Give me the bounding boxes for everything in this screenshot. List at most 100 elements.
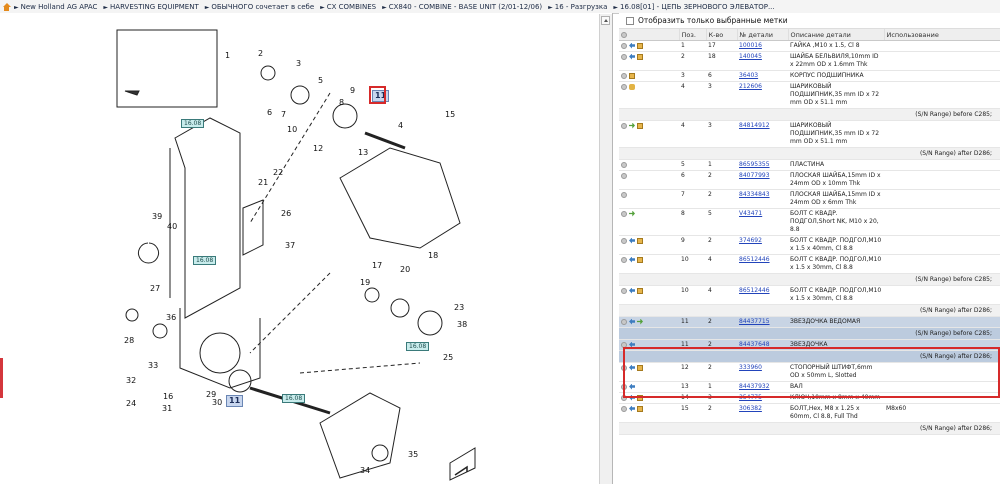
callout[interactable]: 9 bbox=[350, 86, 355, 95]
callout[interactable]: 17 bbox=[372, 261, 382, 270]
info-icon[interactable] bbox=[621, 161, 627, 168]
breadcrumb-item[interactable]: ► 16.08[01] - ЦЕПЬ ЗЕРНОВОГО ЭЛЕВАТОР... bbox=[613, 3, 774, 11]
back-arrow-icon[interactable] bbox=[629, 383, 635, 390]
callout[interactable]: 33 bbox=[148, 361, 158, 370]
package-icon[interactable] bbox=[637, 237, 643, 244]
table-row[interactable]: 8 5 V43471 БОЛТ С КВАДР. ПОДГОЛ,Short NK, M… bbox=[619, 208, 1000, 236]
table-row[interactable]: 14 3 354775 КЛЮЧ,10mm x 8mm x 40mm bbox=[619, 392, 1000, 404]
diagram-pane[interactable]: 16.08 16.08 16.08 16.08 11 11 1 2 3 4 5 … bbox=[0, 13, 613, 484]
back-arrow-icon[interactable] bbox=[629, 341, 635, 348]
info-icon[interactable] bbox=[621, 237, 627, 244]
callout[interactable]: 20 bbox=[400, 265, 410, 274]
breadcrumb-item[interactable]: ► HARVESTING EQUIPMENT bbox=[103, 3, 198, 11]
table-row[interactable]: 10 4 86512446 БОЛТ С КВАДР. ПОДГОЛ,M10 x 1.… bbox=[619, 285, 1000, 305]
ref-tag[interactable]: 16.08 bbox=[406, 342, 430, 351]
callout[interactable]: 40 bbox=[167, 222, 177, 231]
table-row[interactable]: 3 6 36403 КОРПУС ПОДШИПНИКА bbox=[619, 70, 1000, 82]
table-row[interactable]: 12 2 333960 СТОПОРНЫЙ ШТИФТ,6mm OD x 50mm L… bbox=[619, 362, 1000, 382]
part-number-link[interactable]: 306382 bbox=[739, 405, 762, 412]
part-number-link[interactable]: 86512446 bbox=[739, 287, 770, 294]
back-arrow-icon[interactable] bbox=[629, 287, 635, 294]
scroll-up-icon[interactable] bbox=[601, 16, 610, 25]
part-number-link[interactable]: 100016 bbox=[739, 42, 762, 49]
package-icon[interactable] bbox=[637, 394, 643, 401]
callout[interactable]: 5 bbox=[318, 76, 323, 85]
back-arrow-icon[interactable] bbox=[629, 42, 635, 49]
part-number-link[interactable]: 84437932 bbox=[739, 383, 770, 390]
callout[interactable]: 30 bbox=[212, 398, 222, 407]
callout[interactable]: 36 bbox=[166, 313, 176, 322]
info-icon[interactable] bbox=[621, 72, 627, 79]
callout[interactable]: 37 bbox=[285, 241, 295, 250]
show-selected-checkbox[interactable] bbox=[626, 16, 634, 25]
callout[interactable]: 31 bbox=[162, 404, 172, 413]
back-arrow-icon[interactable] bbox=[629, 318, 635, 325]
info-icon[interactable] bbox=[621, 318, 627, 325]
table-row[interactable]: 11 2 84437715 ЗВЕЗДОЧКА ВЕДОМАЯ bbox=[619, 316, 1000, 328]
table-row[interactable]: 9 2 374692 БОЛТ С КВАДР. ПОДГОЛ,M10 x 1.5 x… bbox=[619, 235, 1000, 255]
part-number-link[interactable]: 86595355 bbox=[739, 161, 770, 168]
part-number-link[interactable]: 84437715 bbox=[739, 318, 770, 325]
back-arrow-icon[interactable] bbox=[629, 237, 635, 244]
breadcrumb-item[interactable]: ► 16 - Разгрузка bbox=[548, 3, 607, 11]
callout[interactable]: 32 bbox=[126, 376, 136, 385]
callout[interactable]: 28 bbox=[124, 336, 134, 345]
part-number-link[interactable]: 354775 bbox=[739, 394, 762, 401]
package-icon[interactable] bbox=[637, 364, 643, 371]
package-icon[interactable] bbox=[637, 405, 643, 412]
callout[interactable]: 18 bbox=[428, 251, 438, 260]
package-icon[interactable] bbox=[637, 42, 643, 49]
table-row[interactable]: 7 2 84334843 ПЛОСКАЯ ШАЙБА,15mm ID x 24mm O… bbox=[619, 189, 1000, 209]
part-number-link[interactable]: 84437648 bbox=[739, 341, 770, 348]
breadcrumb-item[interactable]: ► ОБЫЧНОГО сочетает в себе bbox=[205, 3, 314, 11]
header-pos[interactable]: Поз. bbox=[679, 29, 707, 41]
info-icon[interactable] bbox=[621, 83, 627, 90]
callout[interactable]: 3 bbox=[296, 59, 301, 68]
info-icon[interactable] bbox=[621, 172, 627, 179]
header-qty[interactable]: К-во bbox=[706, 29, 738, 41]
callout[interactable]: 10 bbox=[287, 125, 297, 134]
info-icon[interactable] bbox=[621, 191, 627, 198]
back-arrow-icon[interactable] bbox=[629, 256, 635, 263]
callout[interactable]: 27 bbox=[150, 284, 160, 293]
package-icon[interactable] bbox=[637, 287, 643, 294]
callout[interactable]: 2 bbox=[258, 49, 263, 58]
part-number-link[interactable]: 84334843 bbox=[739, 191, 770, 198]
header-description[interactable]: Описание детали bbox=[788, 29, 885, 41]
part-number-link[interactable]: 374692 bbox=[739, 237, 762, 244]
forward-arrow-icon[interactable] bbox=[629, 210, 635, 217]
package-icon[interactable] bbox=[637, 256, 643, 263]
table-row[interactable]: 6 2 84077993 ПЛОСКАЯ ШАЙБА,15mm ID x 24mm O… bbox=[619, 170, 1000, 190]
callout[interactable]: 25 bbox=[443, 353, 453, 362]
part-number-link[interactable]: 140045 bbox=[739, 53, 762, 60]
package-icon[interactable] bbox=[637, 53, 643, 60]
header-usage[interactable]: Использование bbox=[884, 29, 1000, 41]
diagram-scrollbar[interactable] bbox=[599, 14, 612, 484]
forward-arrow-icon[interactable] bbox=[637, 318, 643, 325]
forward-arrow-icon[interactable] bbox=[629, 122, 635, 129]
callout[interactable]: 1 bbox=[225, 51, 230, 60]
table-row[interactable]: 2 18 140045 ШАЙБА БЕЛЬВИЛЯ,10mm ID x 22mm O… bbox=[619, 51, 1000, 71]
info-icon[interactable] bbox=[621, 383, 627, 390]
part-number-link[interactable]: 86512446 bbox=[739, 256, 770, 263]
info-icon[interactable] bbox=[621, 394, 627, 401]
settings-icon[interactable] bbox=[621, 31, 627, 38]
part-number-link[interactable]: 333960 bbox=[739, 364, 762, 371]
info-icon[interactable] bbox=[621, 53, 627, 60]
part-number-link[interactable]: 212606 bbox=[739, 83, 762, 90]
exploded-parts-diagram[interactable] bbox=[0, 13, 600, 484]
callout[interactable]: 7 bbox=[281, 110, 286, 119]
info-icon[interactable] bbox=[621, 405, 627, 412]
table-row[interactable]: 4 3 84814912 ШАРИКОВЫЙ ПОДШИПНИК,35 mm ID x… bbox=[619, 120, 1000, 148]
part-number-link[interactable]: V43471 bbox=[739, 210, 762, 217]
back-arrow-icon[interactable] bbox=[629, 53, 635, 60]
table-row[interactable]: 4 3 212606 ШАРИКОВЫЙ ПОДШИПНИК,35 mm ID x 7… bbox=[619, 81, 1000, 109]
callout[interactable]: 13 bbox=[358, 148, 368, 157]
home-icon[interactable] bbox=[2, 2, 11, 11]
callout[interactable]: 8 bbox=[339, 98, 344, 107]
info-icon[interactable] bbox=[621, 42, 627, 49]
ref-tag[interactable]: 16.08 bbox=[181, 119, 205, 128]
ref-tag[interactable]: 16.08 bbox=[282, 394, 306, 403]
nav-arrow-panel[interactable] bbox=[449, 447, 476, 481]
breadcrumb-item[interactable]: ► New Holland AG APAC bbox=[14, 3, 97, 11]
